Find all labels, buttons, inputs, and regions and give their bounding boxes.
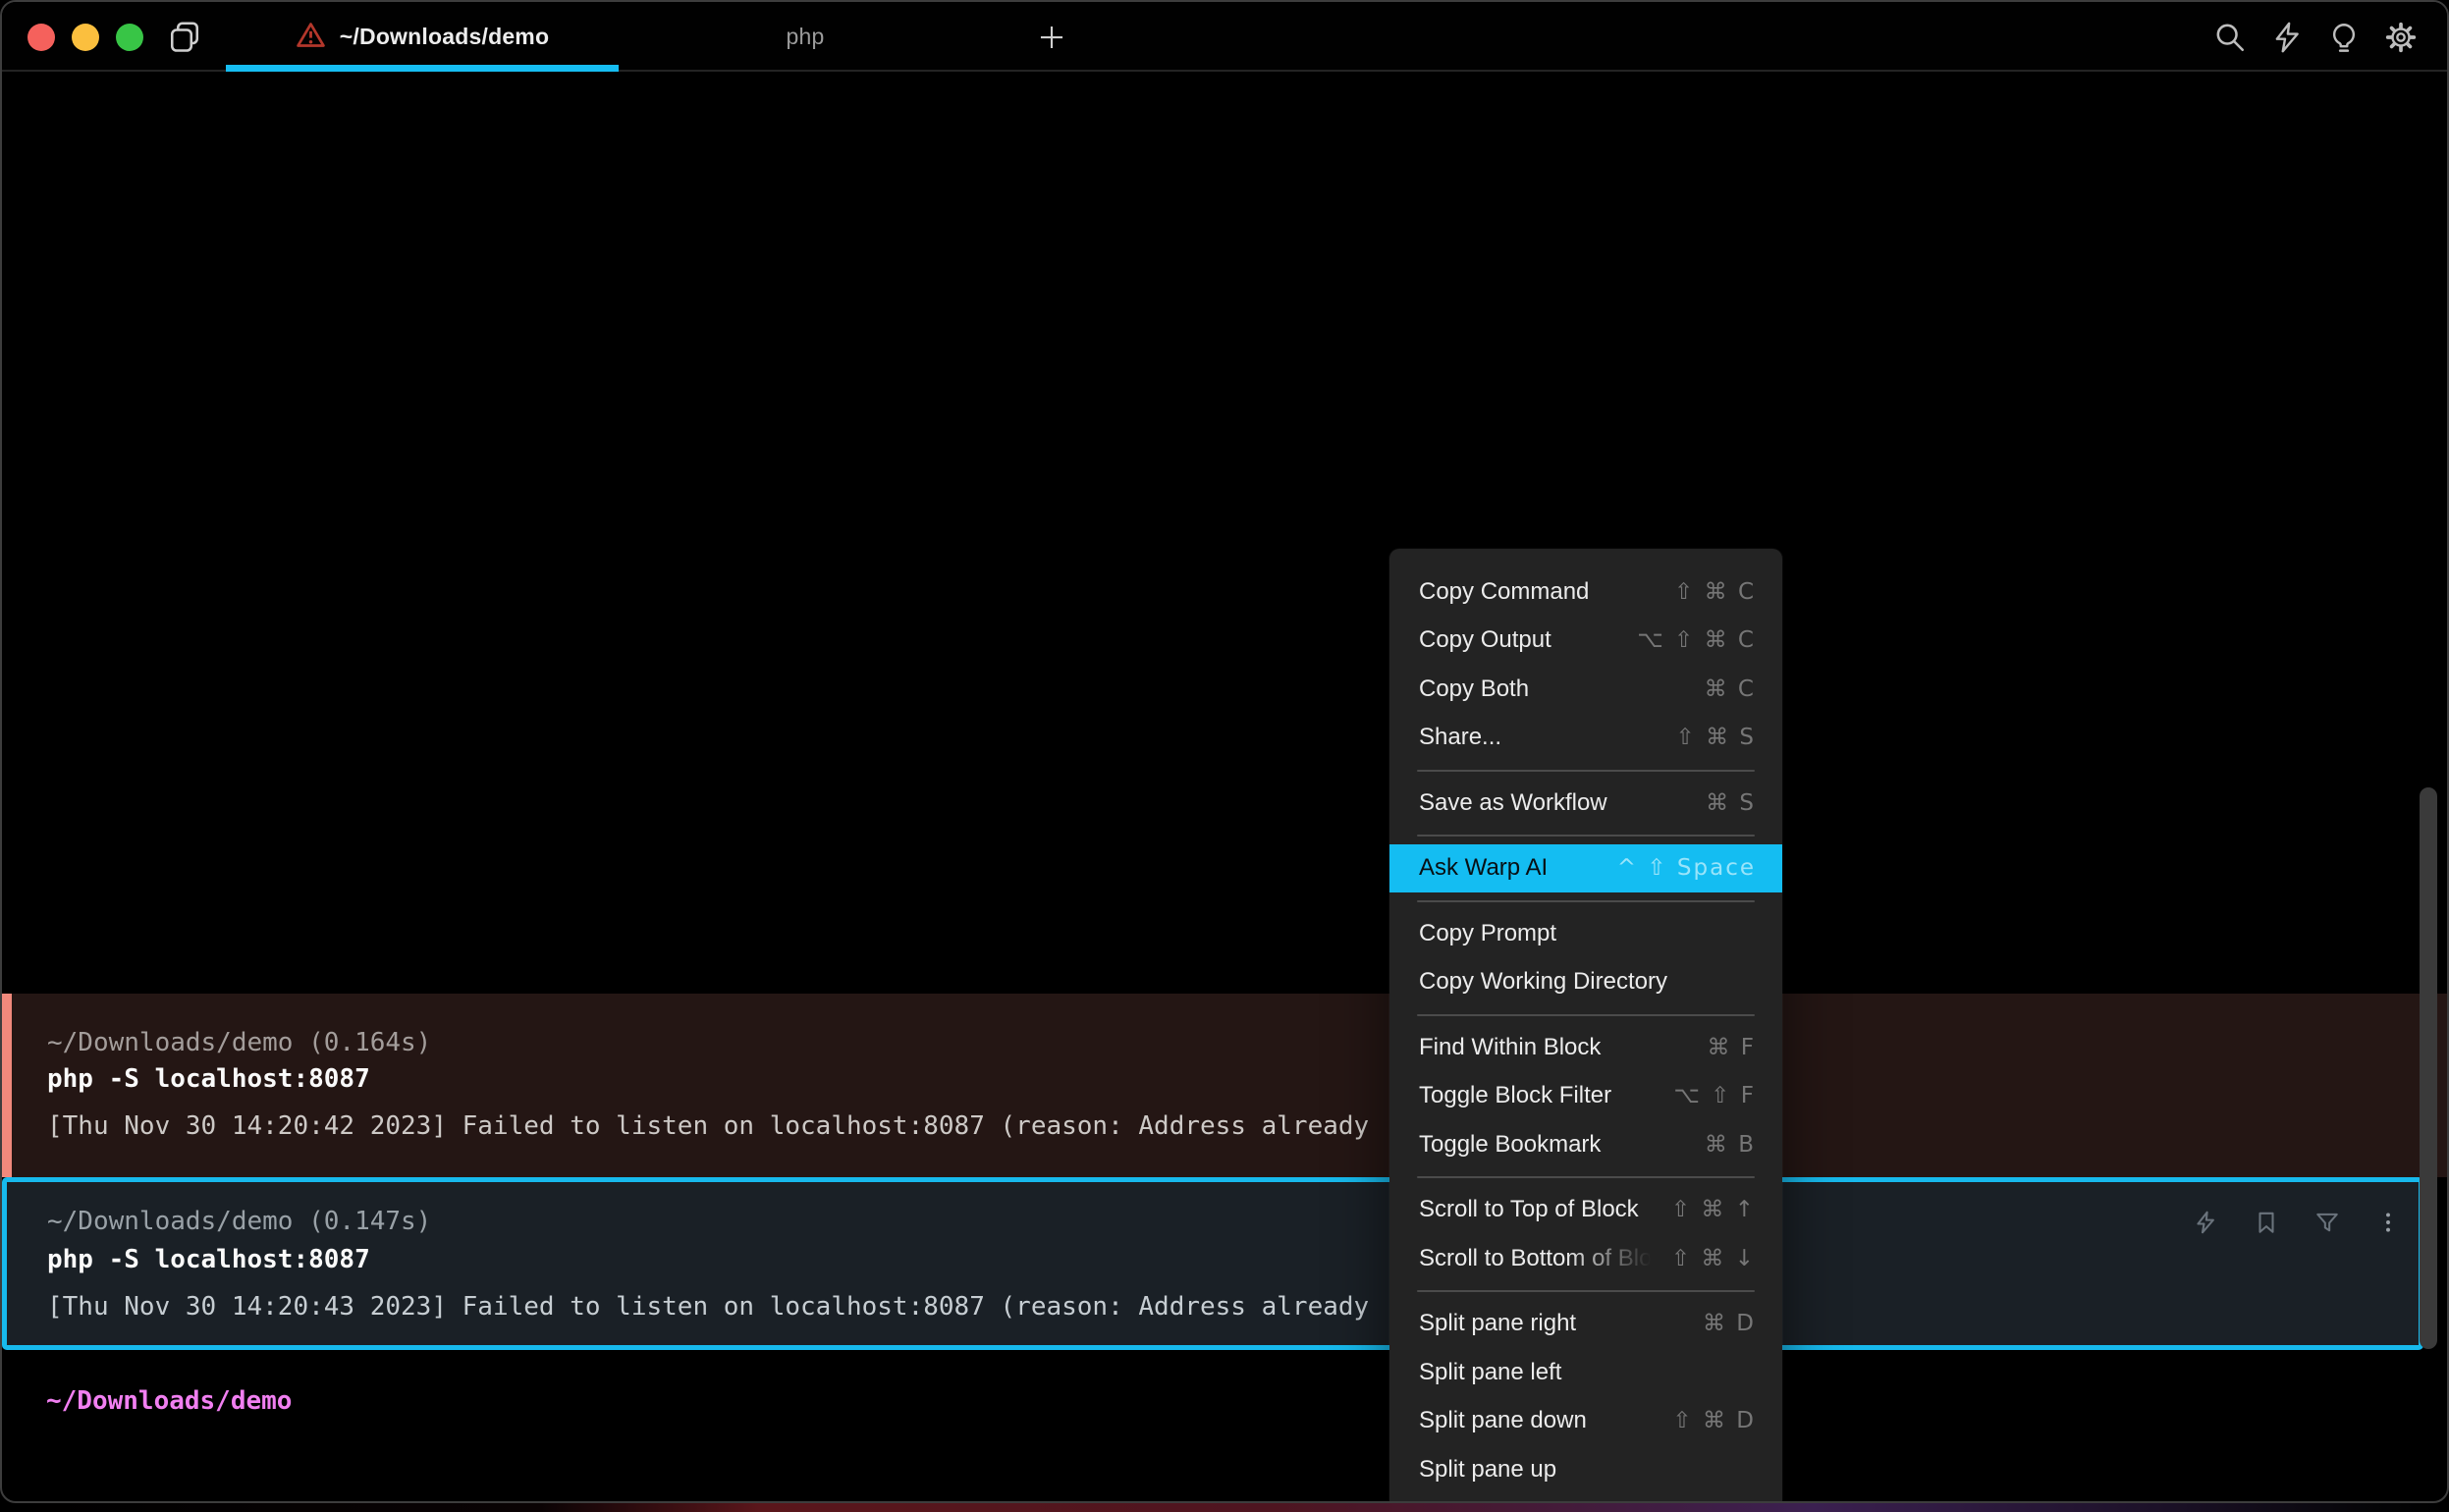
scrollbar-thumb[interactable]: [2420, 787, 2437, 1349]
menu-divider: [1417, 1176, 1755, 1178]
menu-item-shortcut: ⇧ ⌘ D: [1672, 1408, 1756, 1434]
menu-divider: [1417, 1290, 1755, 1292]
topbar-icons: [2213, 2, 2418, 72]
menu-item-label: Copy Both: [1419, 675, 1530, 702]
menu-divider: [1417, 1013, 1755, 1016]
menu-item-copy-both[interactable]: Copy Both ⌘ C: [1389, 665, 1782, 714]
menu-item-label: Copy Working Directory: [1419, 968, 1667, 996]
block-meta: ~/Downloads/demo (0.164s): [47, 1028, 432, 1057]
menu-item-shortcut: ⌘ F: [1707, 1034, 1756, 1060]
command-block-error[interactable]: ~/Downloads/demo (0.164s) php -S localho…: [2, 994, 2447, 1177]
tab-bar: ~/Downloads/demo php: [2, 2, 2447, 72]
menu-item-label: Share...: [1419, 724, 1502, 751]
menu-item-toggle-bookmark[interactable]: Toggle Bookmark ⌘ B: [1389, 1120, 1782, 1169]
tab-title: ~/Downloads/demo: [339, 24, 550, 49]
lightning-icon[interactable]: [2193, 1210, 2218, 1235]
menu-item-label: Split pane left: [1419, 1358, 1562, 1385]
menu-item-label: Split pane up: [1419, 1455, 1557, 1483]
search-icon[interactable]: [2213, 21, 2247, 54]
menu-item-shortcut: ⌥ ⇧ F: [1673, 1083, 1756, 1109]
minimize-window-button[interactable]: [72, 24, 99, 51]
menu-item-label: Ask Warp AI: [1419, 854, 1549, 882]
block-output: [Thu Nov 30 14:20:43 2023] Failed to lis…: [47, 1292, 1370, 1322]
menu-item-split-pane-left[interactable]: Split pane left: [1389, 1348, 1782, 1397]
menu-item-label: Split pane down: [1419, 1407, 1587, 1434]
menu-item-shortcut: ⌥ ⇧ ⌘ C: [1637, 627, 1756, 654]
filter-icon[interactable]: [2314, 1210, 2340, 1235]
context-menu: Copy Command ⇧ ⌘ C Copy Output ⌥ ⇧ ⌘ C Copy …: [1389, 549, 1782, 1501]
command-block-selected[interactable]: ~/Downloads/demo (0.147s) php -S localho…: [2, 1177, 2423, 1350]
menu-item-find-within-block[interactable]: Find Within Block ⌘ F: [1389, 1023, 1782, 1072]
active-tab-indicator: [226, 65, 619, 72]
menu-item-label: Copy Command: [1419, 577, 1590, 605]
menu-item-label: Toggle Bookmark: [1419, 1130, 1602, 1158]
menu-item-share[interactable]: Share... ⇧ ⌘ S: [1389, 714, 1782, 763]
menu-divider: [1417, 899, 1755, 902]
menu-item-label: Copy Prompt: [1419, 919, 1557, 946]
lightbulb-icon[interactable]: [2327, 21, 2361, 54]
menu-item-scroll-to-top-of-block[interactable]: Scroll to Top of Block ⇧ ⌘ ↑: [1389, 1186, 1782, 1235]
menu-item-label: Copy Output: [1419, 626, 1551, 654]
menu-item-label: Toggle Block Filter: [1419, 1082, 1612, 1109]
menu-item-label: Split pane right: [1419, 1310, 1577, 1337]
block-command: php -S localhost:8087: [47, 1064, 370, 1094]
lightning-icon[interactable]: [2270, 21, 2304, 54]
menu-item-ask-warp-ai[interactable]: Ask Warp AI ^ ⇧ Space: [1389, 843, 1782, 892]
menu-divider: [1417, 769, 1755, 772]
menu-item-copy-prompt[interactable]: Copy Prompt: [1389, 909, 1782, 958]
gear-icon[interactable]: [2384, 21, 2418, 54]
tab-title: php: [786, 24, 825, 49]
menu-item-label: Find Within Block: [1419, 1033, 1602, 1060]
menu-item-scroll-to-bottom-of-block[interactable]: Scroll to Bottom of Block ⇧ ⌘ ↓: [1389, 1234, 1782, 1283]
new-tab-button[interactable]: [1023, 2, 1080, 72]
menu-item-shortcut: ⇧ ⌘ ↑: [1670, 1197, 1756, 1223]
tab-downloads-demo[interactable]: ~/Downloads/demo: [226, 2, 619, 72]
menu-item-shortcut: ^ ⇧ Space: [1616, 855, 1756, 882]
menu-item-split-pane-up[interactable]: Split pane up: [1389, 1445, 1782, 1494]
menu-item-copy-output[interactable]: Copy Output ⌥ ⇧ ⌘ C: [1389, 617, 1782, 666]
menu-item-shortcut: ⇧ ⌘ ↓: [1670, 1245, 1756, 1271]
menu-item-split-pane-down[interactable]: Split pane down ⇧ ⌘ D: [1389, 1397, 1782, 1446]
traffic-lights: [27, 24, 143, 51]
block-toolbar: [2193, 1210, 2401, 1235]
menu-item-label: Save as Workflow: [1419, 788, 1607, 816]
prompt-path[interactable]: ~/Downloads/demo: [46, 1385, 292, 1417]
block-command: php -S localhost:8087: [47, 1245, 370, 1274]
warning-icon: [296, 21, 326, 54]
menu-divider: [1417, 835, 1755, 837]
menu-item-save-as-workflow[interactable]: Save as Workflow ⌘ S: [1389, 779, 1782, 828]
menu-item-shortcut: ⌘ C: [1704, 675, 1756, 702]
warp-terminal-window: ~/Downloads/demo php ~/Downloads/demo (0…: [0, 0, 2449, 1503]
kebab-menu-icon[interactable]: [2375, 1210, 2401, 1235]
tab-php[interactable]: php: [619, 2, 992, 72]
zoom-window-button[interactable]: [116, 24, 143, 51]
close-window-button[interactable]: [27, 24, 55, 51]
menu-item-split-pane-right[interactable]: Split pane right ⌘ D: [1389, 1300, 1782, 1349]
menu-item-shortcut: ⌘ S: [1706, 789, 1756, 816]
block-output: [Thu Nov 30 14:20:42 2023] Failed to lis…: [47, 1111, 1370, 1141]
menu-item-shortcut: ⇧ ⌘ S: [1675, 725, 1756, 751]
block-meta: ~/Downloads/demo (0.147s): [47, 1207, 432, 1236]
menu-item-copy-command[interactable]: Copy Command ⇧ ⌘ C: [1389, 567, 1782, 617]
menu-item-shortcut: ⌘ D: [1702, 1311, 1756, 1337]
menu-item-toggle-block-filter[interactable]: Toggle Block Filter ⌥ ⇧ F: [1389, 1072, 1782, 1121]
book-icon[interactable]: [167, 21, 202, 59]
menu-item-shortcut: ⌘ B: [1704, 1131, 1756, 1158]
menu-item-shortcut: ⇧ ⌘ C: [1674, 578, 1756, 605]
menu-item-label: Scroll to Top of Block: [1419, 1196, 1639, 1223]
menu-item-copy-working-directory[interactable]: Copy Working Directory: [1389, 958, 1782, 1007]
bookmark-icon[interactable]: [2254, 1210, 2279, 1235]
menu-item-label: Scroll to Bottom of Block: [1419, 1244, 1671, 1271]
